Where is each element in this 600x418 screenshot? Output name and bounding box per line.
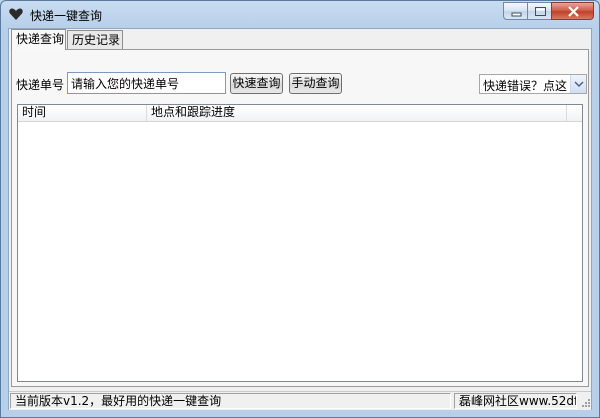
status-community-text: 磊峰网社区www.52dfg.com	[454, 393, 577, 409]
maximize-button[interactable]	[527, 2, 552, 20]
tracking-results-list[interactable]: 时间 地点和跟踪进度	[17, 104, 583, 382]
close-icon	[568, 6, 579, 17]
resize-grip-icon[interactable]	[579, 396, 591, 408]
tab-express-query[interactable]: 快递查询	[11, 29, 66, 50]
close-button[interactable]	[551, 2, 594, 20]
tracking-number-label: 快递单号	[16, 78, 65, 92]
quick-query-button[interactable]: 快速查询	[230, 73, 283, 94]
column-header-time[interactable]: 时间	[18, 105, 147, 121]
window-title: 快递一键查询	[30, 9, 103, 23]
minimize-button[interactable]	[503, 2, 528, 20]
minimize-icon	[511, 12, 522, 17]
express-error-select[interactable]: 快递错误？点这	[479, 74, 587, 94]
column-header-location[interactable]: 地点和跟踪进度	[147, 105, 567, 121]
status-version-text: 当前版本v1.2，最好用的快递一键查询	[10, 393, 451, 409]
maximize-icon	[535, 7, 546, 16]
client-area: 快递查询 历史记录 快递单号 快速查询 手动查询 快递错误？点这 时间 地点和跟…	[8, 28, 592, 410]
app-window: 快递一键查询 快递查询 历史记录 快递单号 快速查询 手动查询 快递错误？点这	[0, 0, 600, 418]
tracking-number-input[interactable]	[67, 72, 226, 94]
chevron-down-icon[interactable]	[570, 75, 586, 93]
status-bar: 当前版本v1.2，最好用的快递一键查询 磊峰网社区www.52dfg.com	[9, 391, 591, 410]
manual-query-button[interactable]: 手动查询	[289, 73, 342, 94]
query-panel: 快递单号 快速查询 手动查询 快递错误？点这 时间 地点和跟踪进度	[11, 49, 589, 387]
heart-icon	[9, 8, 23, 20]
title-bar[interactable]: 快递一键查询	[1, 1, 599, 27]
express-error-select-value: 快递错误？点这	[483, 79, 568, 93]
list-header: 时间 地点和跟踪进度	[18, 105, 582, 122]
tab-history[interactable]: 历史记录	[67, 30, 123, 49]
